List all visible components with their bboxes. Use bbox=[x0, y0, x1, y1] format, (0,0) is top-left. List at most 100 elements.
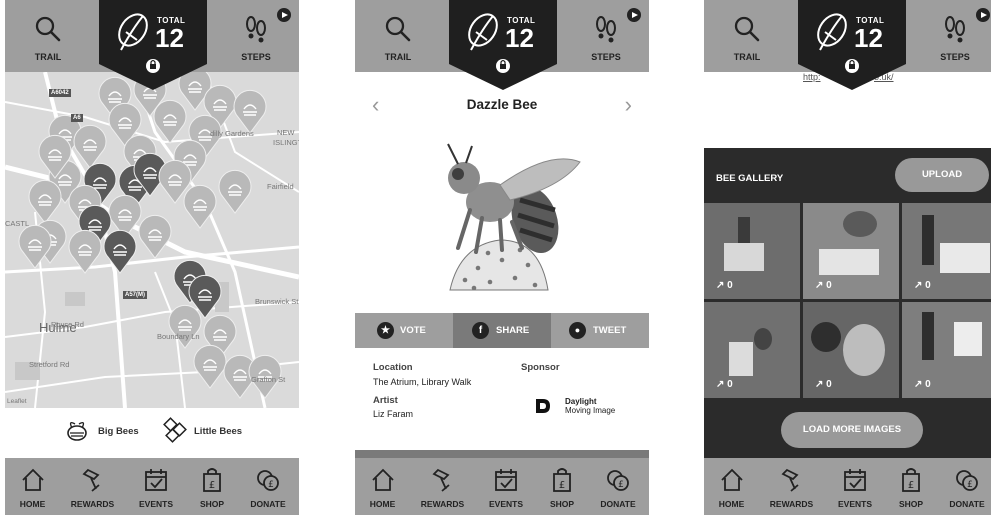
home-icon bbox=[371, 468, 394, 491]
nav-label: SHOP bbox=[549, 499, 575, 509]
star-icon: ★ bbox=[377, 322, 394, 339]
load-more-button[interactable]: LOAD MORE IMAGES bbox=[781, 412, 923, 448]
bee-gallery: BEE GALLERY UPLOAD ↗ 0 ↗ 0 ↗ 0 ↗ 0 ↗ 0 ↗… bbox=[704, 148, 991, 458]
nav-rewards[interactable]: REWARDS bbox=[410, 458, 475, 515]
nav-donate[interactable]: £ DONATE bbox=[237, 458, 299, 515]
nav-donate[interactable]: £ DONATE bbox=[936, 458, 991, 515]
play-icon[interactable] bbox=[976, 8, 990, 22]
road-sign: A57(M) bbox=[123, 291, 148, 299]
steps-label: STEPS bbox=[940, 52, 970, 62]
divider bbox=[355, 450, 649, 458]
nav-shop[interactable]: £ SHOP bbox=[886, 458, 936, 515]
svg-text:£: £ bbox=[908, 480, 914, 491]
nav-events[interactable]: EVENTS bbox=[125, 458, 187, 515]
nav-label: REWARDS bbox=[420, 499, 465, 509]
share-count: ↗ 0 bbox=[815, 280, 832, 291]
shop-icon: £ bbox=[203, 468, 221, 492]
road-sign: A6042 bbox=[49, 89, 71, 97]
artist-value: Liz Faram bbox=[373, 409, 414, 419]
next-arrow-icon[interactable]: › bbox=[625, 94, 632, 116]
map-label: CASTL bbox=[5, 219, 30, 228]
share-button[interactable]: f SHARE bbox=[453, 313, 551, 348]
rewards-icon bbox=[780, 468, 799, 492]
share-count: ↗ 0 bbox=[914, 379, 931, 390]
bee-gallery-screen: http: o.uk/ BEE GALLERY UPLOAD ↗ 0 ↗ 0 ↗… bbox=[704, 0, 991, 515]
map-label: Stretford Rd bbox=[29, 360, 70, 369]
nav-home[interactable]: HOME bbox=[704, 458, 759, 515]
steps-button[interactable]: STEPS bbox=[912, 0, 991, 72]
bottom-nav: HOME REWARDS EVENTS £ SHOP £ DONATE bbox=[5, 458, 299, 515]
gallery-photo[interactable]: ↗ 0 bbox=[803, 302, 899, 398]
map-label: ISLINGT bbox=[273, 138, 299, 147]
vote-button[interactable]: ★ VOTE bbox=[355, 313, 453, 348]
bee-detail-screen: ‹ Dazzle Bee › ★ VOTE f SHARE ● TWEET Lo… bbox=[355, 0, 649, 515]
home-icon bbox=[720, 468, 743, 491]
map-label-hulme: Hulme bbox=[39, 320, 77, 335]
sponsor-logo[interactable]: Daylight Moving Image bbox=[535, 396, 635, 418]
map-label: Grafton St bbox=[251, 375, 286, 384]
trail-label: TRAIL bbox=[384, 52, 412, 62]
artist-heading: Artist bbox=[373, 395, 398, 406]
map-label: Fairfield bbox=[267, 182, 294, 191]
share-count-value: 0 bbox=[925, 379, 931, 390]
share-count-value: 0 bbox=[727, 280, 733, 291]
trail-button[interactable]: TRAIL bbox=[355, 0, 441, 72]
twitter-icon: ● bbox=[569, 322, 586, 339]
home-icon bbox=[21, 468, 44, 491]
rewards-icon bbox=[81, 468, 100, 492]
share-count: ↗ 0 bbox=[716, 280, 733, 291]
location-heading: Location bbox=[373, 362, 413, 373]
trail-label: TRAIL bbox=[34, 52, 62, 62]
total-badge: TOTAL 12 bbox=[798, 0, 906, 90]
share-count: ↗ 0 bbox=[914, 280, 931, 291]
gallery-photo[interactable]: ↗ 0 bbox=[902, 203, 991, 299]
upload-button[interactable]: UPLOAD bbox=[895, 158, 989, 192]
svg-text:£: £ bbox=[618, 480, 624, 490]
daylight-logo-icon bbox=[536, 399, 550, 413]
map-attribution[interactable]: Leaflet bbox=[7, 398, 27, 405]
search-icon bbox=[704, 14, 790, 44]
gallery-photo[interactable]: ↗ 0 bbox=[803, 203, 899, 299]
nav-label: SHOP bbox=[199, 499, 225, 509]
share-count-value: 0 bbox=[727, 379, 733, 390]
nav-home[interactable]: HOME bbox=[5, 458, 60, 515]
sponsor-name-line1: Daylight bbox=[565, 397, 597, 406]
nav-shop[interactable]: £ SHOP bbox=[187, 458, 237, 515]
map-label: Boundary Ln bbox=[157, 332, 200, 341]
nav-events[interactable]: EVENTS bbox=[824, 458, 886, 515]
bee-sculpture-image bbox=[430, 140, 590, 300]
nav-donate[interactable]: £ DONATE bbox=[587, 458, 649, 515]
bee-logo-icon bbox=[814, 12, 848, 52]
events-icon bbox=[495, 469, 517, 491]
gallery-photo[interactable]: ↗ 0 bbox=[902, 302, 991, 398]
nav-label: DONATE bbox=[600, 499, 636, 509]
shop-icon: £ bbox=[553, 468, 571, 492]
svg-text:£: £ bbox=[559, 480, 565, 491]
gallery-photo[interactable]: ↗ 0 bbox=[704, 203, 800, 299]
nav-shop[interactable]: £ SHOP bbox=[537, 458, 587, 515]
tweet-button[interactable]: ● TWEET bbox=[551, 313, 649, 348]
map-roads bbox=[5, 72, 299, 408]
nav-rewards[interactable]: REWARDS bbox=[60, 458, 125, 515]
nav-events[interactable]: EVENTS bbox=[475, 458, 537, 515]
steps-button[interactable]: STEPS bbox=[563, 0, 649, 72]
steps-button[interactable]: STEPS bbox=[213, 0, 299, 72]
steps-label: STEPS bbox=[241, 52, 271, 62]
steps-label: STEPS bbox=[591, 52, 621, 62]
sponsor-name-line2: Moving Image bbox=[565, 406, 616, 415]
nav-home[interactable]: HOME bbox=[355, 458, 410, 515]
trail-button[interactable]: TRAIL bbox=[5, 0, 91, 72]
gallery-photo[interactable]: ↗ 0 bbox=[704, 302, 800, 398]
lock-icon bbox=[145, 58, 161, 74]
nav-rewards[interactable]: REWARDS bbox=[759, 458, 824, 515]
share-count: ↗ 0 bbox=[815, 379, 832, 390]
total-count: 12 bbox=[155, 23, 184, 53]
play-icon[interactable] bbox=[277, 8, 291, 22]
play-icon[interactable] bbox=[627, 8, 641, 22]
map-label: dilly Gardens bbox=[210, 129, 254, 138]
share-count: ↗ 0 bbox=[716, 379, 733, 390]
share-count-value: 0 bbox=[925, 280, 931, 291]
trail-map[interactable]: A6042 A6 NEW ISLINGT dilly Gardens CASTL… bbox=[5, 72, 299, 408]
lock-icon bbox=[844, 58, 860, 74]
trail-button[interactable]: TRAIL bbox=[704, 0, 790, 72]
